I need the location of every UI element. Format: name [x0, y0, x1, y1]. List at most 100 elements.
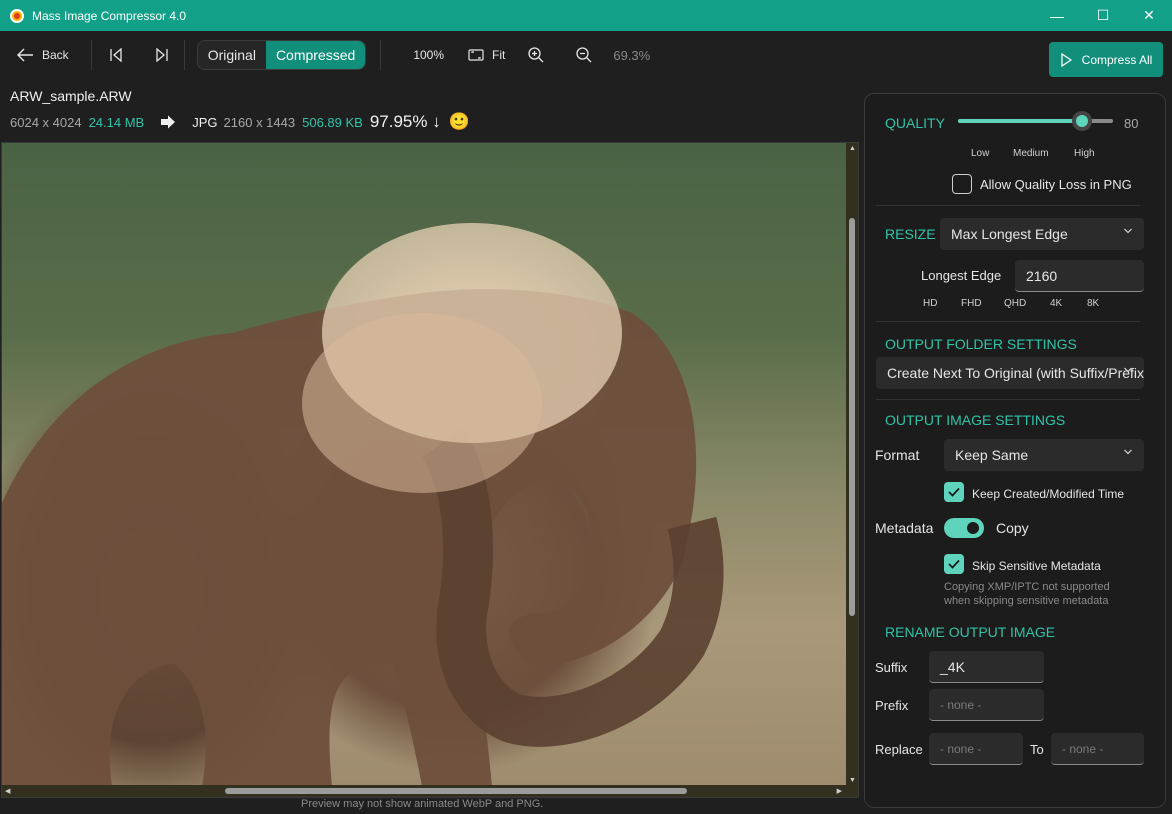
file-name: ARW_sample.ARW	[10, 88, 132, 104]
view-toggle: Original Compressed	[196, 40, 367, 70]
quality-slider-thumb[interactable]	[1072, 111, 1092, 131]
preset-fhd[interactable]: FHD	[961, 298, 982, 309]
toolbar-divider	[183, 40, 185, 70]
metadata-copy-toggle[interactable]	[944, 518, 984, 538]
quality-slider-fill	[958, 119, 1082, 123]
close-button[interactable]: ✕	[1126, 0, 1172, 31]
output-folder-section-title: OUTPUT FOLDER SETTINGS	[885, 336, 1077, 352]
output-dimensions: 2160 x 1443	[223, 114, 296, 130]
back-label: Back	[42, 48, 69, 62]
arrow-right-icon	[161, 115, 176, 129]
resize-mode-value: Max Longest Edge	[951, 226, 1068, 242]
zoom-level: 69.3%	[613, 47, 651, 63]
file-stats: 6024 x 4024 24.14 MB JPG 2160 x 1443 506…	[10, 112, 470, 132]
horizontal-scroll-thumb[interactable]	[225, 788, 687, 794]
compressed-view-button[interactable]: Compressed	[265, 41, 366, 69]
preset-hd[interactable]: HD	[923, 298, 937, 309]
quality-high-label: High	[1074, 148, 1095, 159]
keep-time-label: Keep Created/Modified Time	[972, 487, 1125, 501]
compress-all-label: Compress All	[1081, 52, 1153, 67]
file-info: ARW_sample.ARW	[10, 88, 132, 104]
toolbar-divider	[90, 40, 92, 70]
metadata-label: Metadata	[875, 520, 934, 536]
arrow-left-icon	[17, 48, 33, 62]
fit-screen-icon	[468, 49, 484, 61]
horizontal-scrollbar[interactable]: ◀ ▶	[2, 785, 858, 797]
last-image-button[interactable]	[146, 37, 178, 73]
skip-note-line1: Copying XMP/IPTC not supported	[944, 581, 1110, 593]
quality-low-label: Low	[971, 148, 990, 159]
zoom-in-button[interactable]	[519, 37, 553, 73]
format-label: Format	[875, 447, 920, 463]
format-dropdown[interactable]: Keep Same	[944, 439, 1144, 471]
output-folder-value: Create Next To Original (with Suffix/Pre…	[887, 365, 1144, 381]
preview-image	[2, 143, 847, 786]
section-divider	[876, 321, 1140, 322]
window-title: Mass Image Compressor 4.0	[32, 8, 187, 23]
suffix-label: Suffix	[875, 660, 908, 675]
toolbar: Back Original Compressed 100% Fit 69.3% …	[0, 31, 1172, 79]
quality-section-title: QUALITY	[885, 115, 945, 131]
toolbar-divider	[380, 40, 382, 70]
elephant-illustration	[2, 223, 724, 786]
original-dimensions: 6024 x 4024	[10, 114, 82, 130]
quality-value: 80	[1124, 116, 1139, 131]
zoom-in-icon	[528, 47, 544, 63]
checkmark-icon	[948, 559, 960, 569]
preset-qhd[interactable]: QHD	[1004, 298, 1026, 309]
app-logo-icon	[10, 8, 24, 23]
chevron-down-icon	[1124, 449, 1132, 455]
resize-mode-dropdown[interactable]: Max Longest Edge	[940, 218, 1144, 250]
resize-section-title: RESIZE	[885, 226, 936, 242]
checkmark-icon	[948, 487, 960, 497]
prefix-input[interactable]: - none -	[929, 689, 1044, 721]
original-view-button[interactable]: Original	[197, 41, 266, 69]
replace-input[interactable]: - none -	[929, 733, 1023, 765]
vertical-scroll-thumb[interactable]	[849, 218, 855, 616]
quality-medium-label: Medium	[1013, 148, 1049, 159]
skip-note-line2: when skipping sensitive metadata	[944, 595, 1109, 607]
format-value: Keep Same	[955, 447, 1029, 463]
first-image-button[interactable]	[100, 37, 132, 73]
rename-section-title: RENAME OUTPUT IMAGE	[885, 624, 1056, 640]
section-divider	[876, 399, 1140, 400]
longest-edge-label: Longest Edge	[921, 268, 1002, 283]
keep-time-checkbox[interactable]	[944, 482, 964, 502]
preset-4k[interactable]: 4K	[1050, 298, 1062, 309]
skip-previous-icon	[110, 48, 122, 62]
title-bar: Mass Image Compressor 4.0 — ☐ ✕	[0, 0, 1172, 31]
smiley-icon: 🙂	[448, 112, 470, 131]
preview-note: Preview may not show animated WebP and P…	[301, 798, 544, 810]
allow-quality-loss-checkbox[interactable]	[952, 174, 972, 194]
output-folder-dropdown[interactable]: Create Next To Original (with Suffix/Pre…	[876, 357, 1144, 389]
vertical-scrollbar[interactable]: ▲ ▼	[846, 143, 858, 786]
section-divider	[876, 205, 1140, 206]
maximize-button[interactable]: ☐	[1080, 0, 1126, 31]
minimize-button[interactable]: —	[1034, 0, 1080, 31]
allow-quality-loss-label: Allow Quality Loss in PNG	[980, 177, 1132, 192]
longest-edge-input[interactable]: 2160	[1015, 260, 1144, 292]
metadata-toggle-label: Copy	[996, 520, 1029, 536]
fit-label: Fit	[492, 48, 506, 62]
chevron-down-icon	[1124, 228, 1132, 234]
skip-sensitive-label: Skip Sensitive Metadata	[972, 559, 1101, 573]
output-size: 506.89 KB	[302, 114, 363, 130]
suffix-input[interactable]: _4K	[929, 651, 1044, 683]
play-icon	[1061, 52, 1072, 67]
original-size: 24.14 MB	[88, 114, 145, 130]
to-input[interactable]: - none -	[1051, 733, 1144, 765]
output-image-section-title: OUTPUT IMAGE SETTINGS	[885, 412, 1066, 428]
size-reduction: 97.95% ↓	[369, 112, 441, 131]
zoom-out-button[interactable]	[567, 37, 601, 73]
compress-all-button[interactable]: Compress All	[1049, 42, 1163, 77]
skip-sensitive-checkbox[interactable]	[944, 554, 964, 574]
back-button[interactable]: Back	[8, 37, 77, 73]
replace-label: Replace	[875, 742, 923, 757]
preset-8k[interactable]: 8K	[1087, 298, 1099, 309]
zoom-100-button[interactable]: 100%	[405, 37, 452, 73]
to-label: To	[1030, 742, 1044, 757]
output-format: JPG	[192, 114, 218, 130]
prefix-label: Prefix	[875, 698, 909, 713]
image-preview[interactable]: ▲ ▼ ◀ ▶	[1, 142, 859, 798]
fit-button[interactable]: Fit	[460, 37, 513, 73]
